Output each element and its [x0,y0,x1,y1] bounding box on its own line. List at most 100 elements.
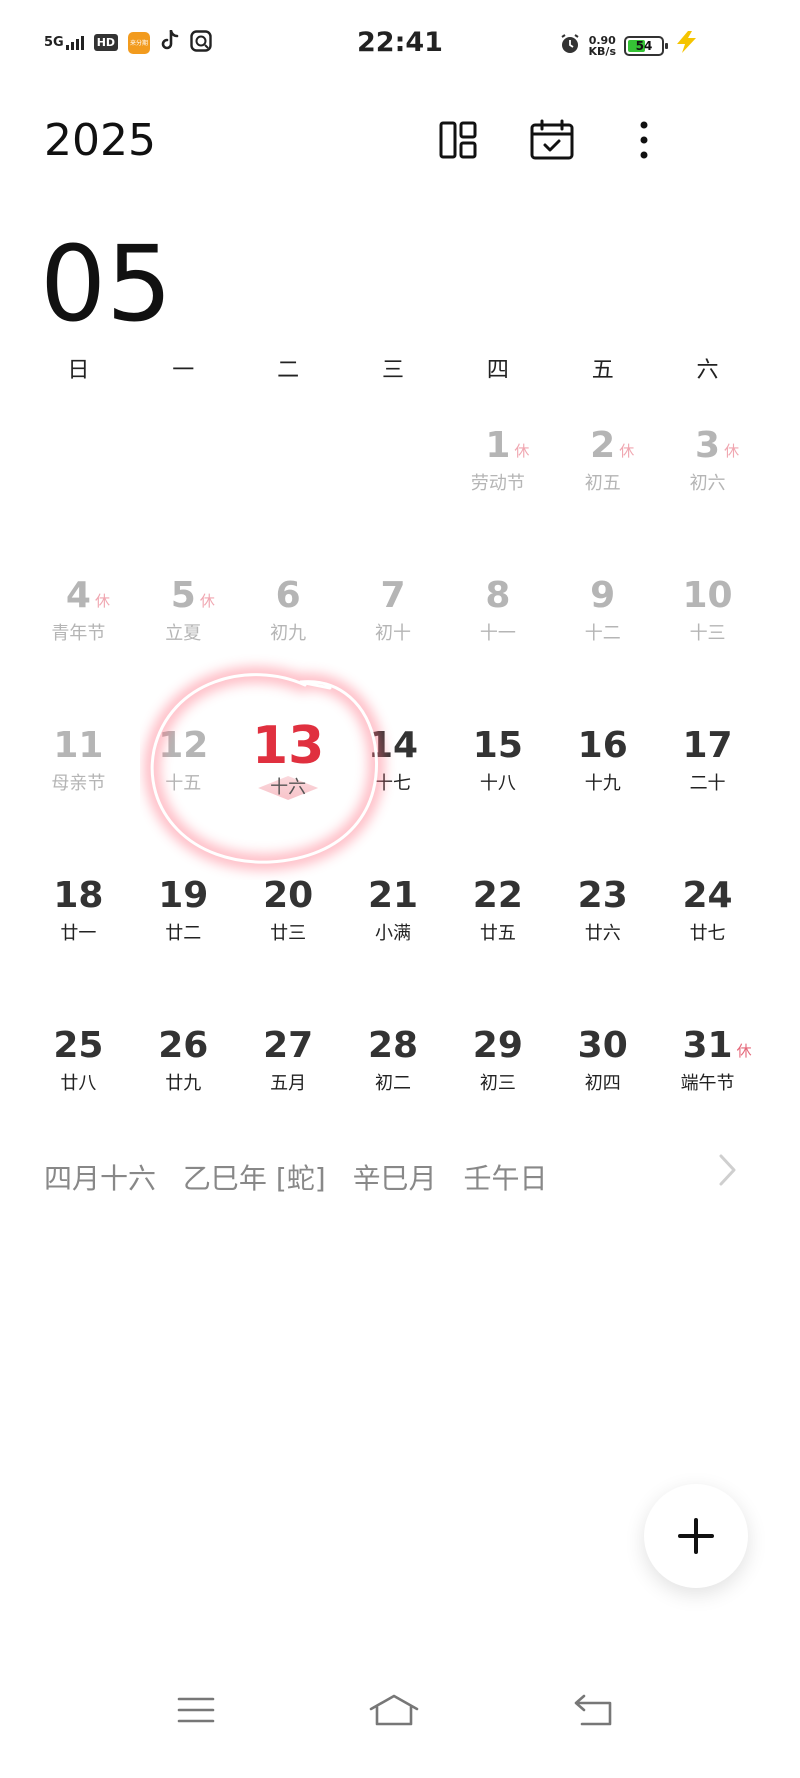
weekday-label: 四 [486,358,509,383]
day-cell[interactable]: 24 廿七 [655,860,760,1010]
lunar-label: 端午节 [680,1073,735,1094]
day-number: 17 [682,725,733,766]
day-number: 27 [263,1025,314,1066]
day-cell[interactable]: 6 初九 [236,560,341,710]
lunar-label: 青年节 [51,623,106,644]
home-button[interactable] [364,1680,424,1740]
empty-day-cell [236,410,341,560]
add-event-button[interactable] [644,1484,748,1588]
day-number: 31 [682,1025,733,1066]
lunar-label: 劳动节 [470,473,525,494]
day-cell[interactable]: 11 母亲节 [26,710,131,860]
day-cell[interactable]: 14 十七 [341,710,446,860]
day-cell[interactable]: 1 休劳动节 [445,410,550,560]
day-cell[interactable]: 8 十一 [445,560,550,710]
day-cell[interactable]: 18 廿一 [26,860,131,1010]
status-right: 0.90 KB/s 54 [559,30,700,61]
lunar-label: 初六 [689,473,726,494]
lunar-label: 十三 [689,623,726,644]
rest-badge: 休 [95,592,111,610]
lunar-label: 二十 [689,773,726,794]
day-number: 30 [577,1025,628,1066]
day-number: 16 [577,725,628,766]
lunar-label: 立夏 [165,623,202,644]
day-cell[interactable]: 26 廿九 [131,1010,236,1160]
day-cell[interactable]: 7 初十 [341,560,446,710]
back-button[interactable] [564,1680,624,1740]
day-cell[interactable]: 17 二十 [655,710,760,860]
lunar-label: 十二 [584,623,621,644]
day-cell[interactable]: 19 廿二 [131,860,236,1010]
lunar-label: 廿九 [165,1073,202,1094]
day-number: 29 [472,1025,523,1066]
lunar-month: 辛巳月 [352,1162,437,1195]
today-button[interactable] [528,118,576,166]
weekday-label: 日 [67,358,90,383]
lunar-label: 十八 [479,773,516,794]
day-cell[interactable]: 15 十八 [445,710,550,860]
day-cell[interactable]: 3 休初六 [655,410,760,560]
lunar-label: 初四 [584,1073,621,1094]
lunar-info[interactable]: 四月十六 乙巳年 [蛇] 辛巳月 壬午日 [44,1157,566,1197]
lunar-day: 壬午日 [463,1162,548,1195]
day-cell[interactable]: 27 五月 [236,1010,341,1160]
rest-badge: 休 [736,1042,752,1060]
day-number: 23 [577,875,628,916]
lunar-label: 五月 [270,1073,307,1094]
rest-badge: 休 [199,592,215,610]
day-cell[interactable]: 12 十五 [131,710,236,860]
lunar-label: 十七 [374,773,411,794]
day-number: 7 [380,575,406,616]
rest-badge: 休 [724,442,740,460]
menu-button[interactable] [166,1680,226,1740]
day-number: 1 [485,425,511,466]
network-speed: 0.90 KB/s [589,35,616,57]
day-cell[interactable]: 21 小满 [341,860,446,1010]
day-cell[interactable]: 9 十二 [550,560,655,710]
day-cell[interactable]: 10 十三 [655,560,760,710]
day-number: 8 [485,575,511,616]
day-cell[interactable]: 29 初三 [445,1010,550,1160]
day-number: 21 [367,875,419,916]
chevron-right-icon[interactable] [712,1150,742,1190]
day-number: 3 [695,425,721,466]
day-number: 24 [682,875,733,916]
day-cell[interactable]: 2 休初五 [550,410,655,560]
day-number: 25 [53,1025,104,1066]
day-cell[interactable]: 4 休青年节 [26,560,131,710]
day-cell[interactable]: 20 廿三 [236,860,341,1010]
day-number: 2 [590,425,616,466]
lunar-year: 乙巳年 [蛇] [182,1162,326,1195]
day-number: 6 [275,575,301,616]
weekday-label: 六 [696,358,719,383]
month-title: 05 [40,223,173,345]
day-number: 12 [158,725,209,766]
day-number: 5 [170,575,196,616]
day-number: 10 [682,575,733,616]
empty-day-cell [341,410,446,560]
year-title[interactable]: 2025 [44,115,156,166]
day-cell-today[interactable]: 13 十六 [236,710,341,860]
day-cell[interactable]: 22 廿五 [445,860,550,1010]
day-number: 13 [251,716,325,776]
day-cell[interactable]: 30 初四 [550,1010,655,1160]
speed-value: 0.90 [588,33,616,47]
day-number: 22 [472,875,523,916]
alarm-icon [559,33,581,59]
day-cell[interactable]: 5 休立夏 [131,560,236,710]
lunar-label: 廿三 [270,923,307,944]
lunar-label: 廿五 [479,923,516,944]
more-button[interactable] [620,118,668,166]
lunar-label: 廿八 [60,1073,97,1094]
lunar-label: 初三 [479,1073,516,1094]
day-cell[interactable]: 28 初二 [341,1010,446,1160]
layout-button[interactable] [434,118,482,166]
day-cell[interactable]: 25 廿八 [26,1010,131,1160]
day-cell[interactable]: 31 休端午节 [655,1010,760,1160]
day-number: 4 [65,575,91,616]
day-cell[interactable]: 23 廿六 [550,860,655,1010]
day-number: 9 [590,575,616,616]
lunar-date: 四月十六 [44,1162,157,1195]
day-cell[interactable]: 16 十九 [550,710,655,860]
plus-icon [678,1518,714,1554]
